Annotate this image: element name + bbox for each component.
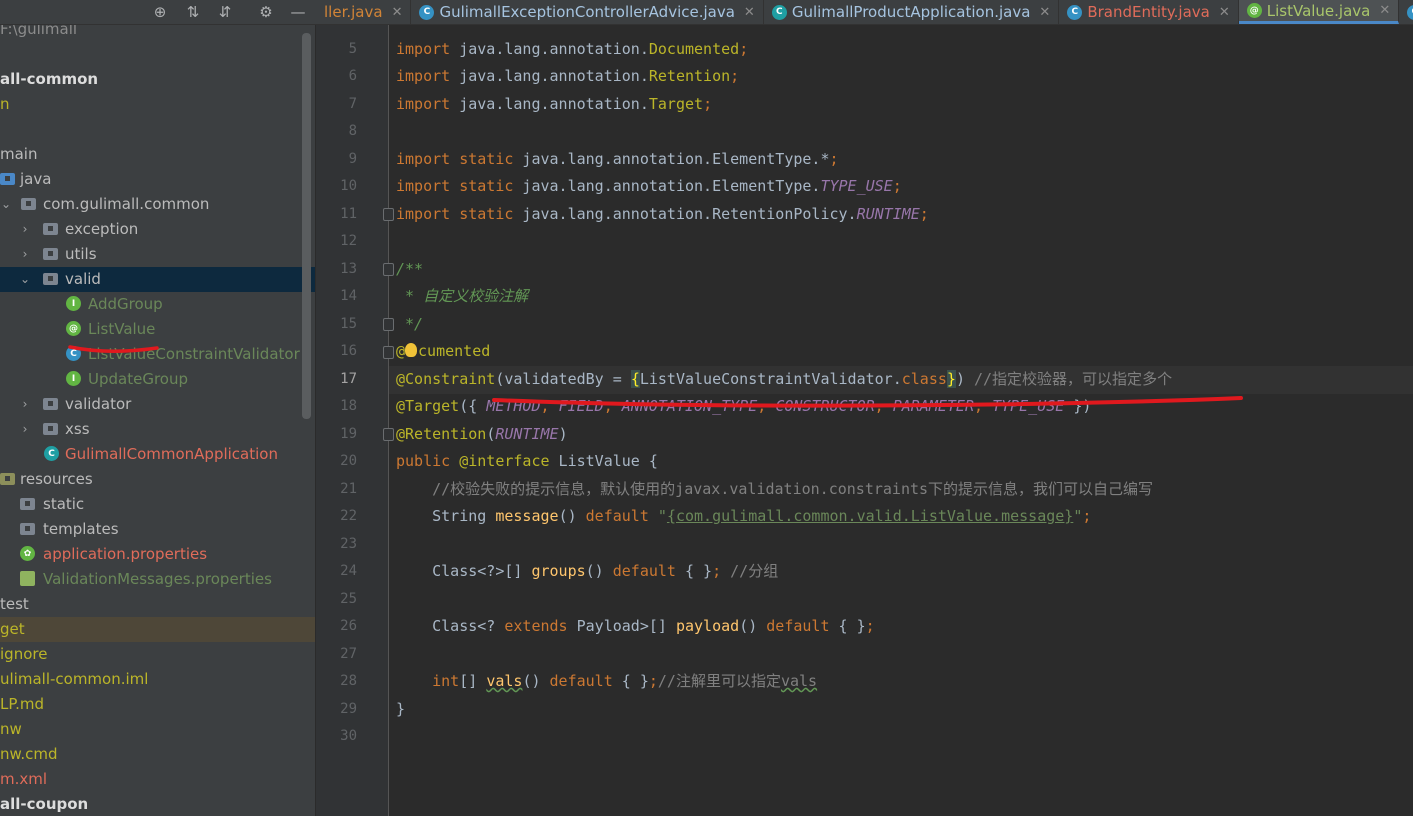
tab-label: BrandEntity.java [1087,3,1210,21]
app-class-icon: C [771,4,787,20]
expand-all-icon[interactable]: ⇅ [183,3,203,21]
project-toolbar: ⊕ ⇅ ⇵ ⚙ — [0,0,315,24]
locate-icon[interactable]: ⊕ [150,3,170,21]
tab-label: GulimallProductApplication.java [791,3,1031,21]
tab-exception-advice[interactable]: C GulimallExceptionControllerAdvice.java… [411,0,764,24]
tab-list-value[interactable]: @ ListValue.java ✕ [1238,0,1400,24]
red-underline-markup [68,345,159,353]
editor-tabs: ller.java ✕ C GulimallExceptionControlle… [316,0,1413,24]
tab-label: GulimallExceptionControllerAdvice.java [439,3,735,21]
tab-label: ller.java [324,3,383,21]
close-icon[interactable]: ✕ [744,5,755,20]
collapse-all-icon[interactable]: ⇵ [215,3,235,21]
class-icon: C [1407,4,1413,20]
tab-brand-entity[interactable]: C BrandEntity.java ✕ [1059,0,1239,24]
tab-more[interactable]: C [1399,0,1413,24]
top-toolbar: ⊕ ⇅ ⇵ ⚙ — ller.java ✕ C GulimallExceptio… [0,0,1413,25]
close-icon[interactable]: ✕ [1379,3,1390,18]
red-pen-stroke [68,345,159,353]
code-editor[interactable]: 5 6 7 8 9 10 11 12 13 14 15 16 17 18 19 20 21 22 23 24 25 26 2… [316,25,1413,816]
red-pen-stroke [492,396,1243,408]
annotation-icon: @ [1246,3,1262,18]
gear-icon[interactable]: ⚙ [256,3,276,21]
class-icon: C [419,4,435,20]
close-icon[interactable]: ✕ [1039,5,1050,20]
close-icon[interactable]: ✕ [1219,5,1230,20]
tab-controller[interactable]: ller.java ✕ [316,0,412,24]
hide-icon[interactable]: — [288,3,308,21]
class-icon: C [1067,4,1083,20]
ide-window: ⊕ ⇅ ⇵ ⚙ — ller.java ✕ C GulimallExceptio… [0,0,1413,816]
red-underline-markup [492,396,1243,408]
tab-label: ListValue.java [1266,1,1371,20]
close-icon[interactable]: ✕ [392,5,403,20]
project-tree: F:\gulimall all-common n main java ⌄ com… [0,25,315,816]
tab-product-application[interactable]: C GulimallProductApplication.java ✕ [764,0,1060,24]
